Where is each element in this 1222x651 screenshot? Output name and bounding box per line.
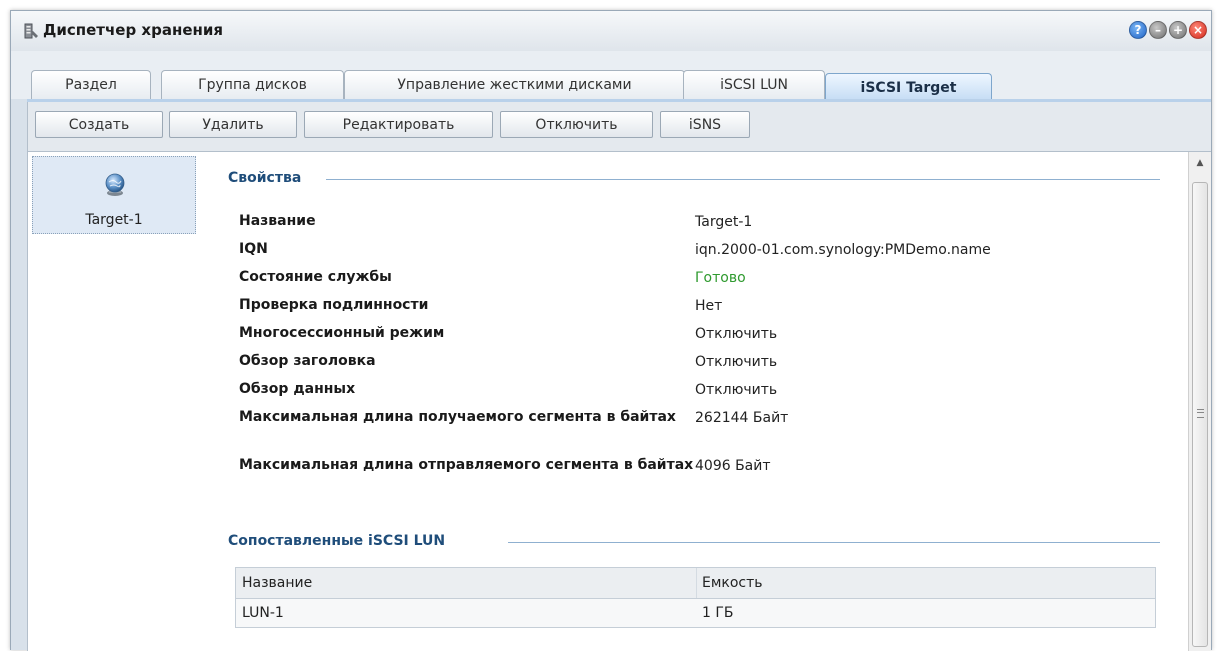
create-button[interactable]: Создать: [35, 111, 163, 138]
tab-partition[interactable]: Раздел: [31, 70, 151, 99]
column-header-capacity[interactable]: Емкость: [702, 568, 763, 598]
minimize-icon[interactable]: –: [1149, 21, 1167, 39]
maximize-icon[interactable]: +: [1169, 21, 1187, 39]
prop-value-multisession: Отключить: [695, 326, 778, 342]
prop-label-header-digest: Обзор заголовка: [239, 353, 376, 369]
vertical-scrollbar[interactable]: ▲: [1188, 152, 1211, 651]
close-icon[interactable]: ×: [1189, 21, 1207, 39]
prop-value-authentication: Нет: [695, 298, 723, 314]
tab-bar: Раздел Группа дисков Управление жесткими…: [11, 51, 1211, 101]
tab-iscsi-target[interactable]: iSCSI Target: [825, 73, 992, 101]
scroll-up-arrow-icon[interactable]: ▲: [1189, 156, 1211, 170]
scroll-grip-icon: [1197, 409, 1204, 418]
prop-label-iqn: IQN: [239, 241, 268, 257]
prop-label-name: Название: [239, 213, 316, 229]
prop-label-max-recv-segment: Максимальная длина получаемого сегмента …: [239, 409, 676, 425]
prop-value-header-digest: Отключить: [695, 354, 778, 370]
help-icon[interactable]: ?: [1129, 21, 1147, 39]
mapped-luns-section-divider: [508, 542, 1160, 543]
title-bar[interactable]: Диспетчер хранения ? – + ×: [11, 11, 1211, 52]
lun-name-cell: LUN-1: [242, 605, 284, 621]
properties-panel: Свойства Название Target-1 IQN iqn.2000-…: [205, 152, 1188, 651]
target-list-item-label: Target-1: [85, 212, 143, 228]
edit-button[interactable]: Редактировать: [304, 111, 493, 138]
lun-capacity-cell: 1 ГБ: [702, 605, 734, 621]
prop-value-name: Target-1: [695, 214, 753, 230]
prop-label-max-send-segment: Максимальная длина отправляемого сегмент…: [239, 457, 694, 473]
disable-button[interactable]: Отключить: [500, 111, 653, 138]
table-header: Название Емкость: [236, 568, 1155, 599]
column-divider: [696, 568, 697, 598]
prop-value-service-status: Готово: [695, 270, 746, 286]
prop-label-data-digest: Обзор данных: [239, 381, 356, 397]
isns-button[interactable]: iSNS: [660, 111, 750, 138]
storage-manager-app-icon: [24, 23, 38, 39]
delete-button[interactable]: Удалить: [169, 111, 297, 138]
prop-value-max-recv-segment: 262144 Байт: [695, 410, 789, 426]
prop-value-iqn: iqn.2000-01.com.synology:PMDemo.name: [695, 242, 991, 258]
properties-section-title: Свойства: [228, 170, 302, 186]
tab-hdd-management[interactable]: Управление жесткими дисками: [344, 70, 685, 99]
globe-icon: [105, 173, 125, 196]
storage-manager-window: Диспетчер хранения ? – + × Раздел Группа…: [10, 10, 1212, 651]
properties-section-divider: [326, 179, 1160, 180]
mapped-luns-table: Название Емкость LUN-1 1 ГБ: [235, 567, 1156, 628]
table-row[interactable]: LUN-1 1 ГБ: [236, 599, 1155, 627]
target-list: Target-1: [27, 152, 206, 651]
prop-label-service-status: Состояние службы: [239, 269, 392, 285]
window-controls: ? – + ×: [1129, 21, 1207, 39]
target-list-item[interactable]: Target-1: [32, 156, 196, 234]
tab-iscsi-lun[interactable]: iSCSI LUN: [683, 70, 825, 99]
scroll-thumb[interactable]: [1192, 182, 1208, 647]
toolbar: Создать Удалить Редактировать Отключить …: [27, 102, 1211, 152]
mapped-luns-section-title: Сопоставленные iSCSI LUN: [228, 533, 446, 549]
prop-label-multisession: Многосессионный режим: [239, 325, 445, 341]
prop-value-max-send-segment: 4096 Байт: [695, 458, 771, 474]
prop-label-authentication: Проверка подлинности: [239, 297, 429, 313]
column-header-name[interactable]: Название: [242, 568, 312, 598]
prop-value-data-digest: Отключить: [695, 382, 778, 398]
tab-disk-group[interactable]: Группа дисков: [161, 70, 344, 99]
window-title: Диспетчер хранения: [43, 21, 223, 39]
